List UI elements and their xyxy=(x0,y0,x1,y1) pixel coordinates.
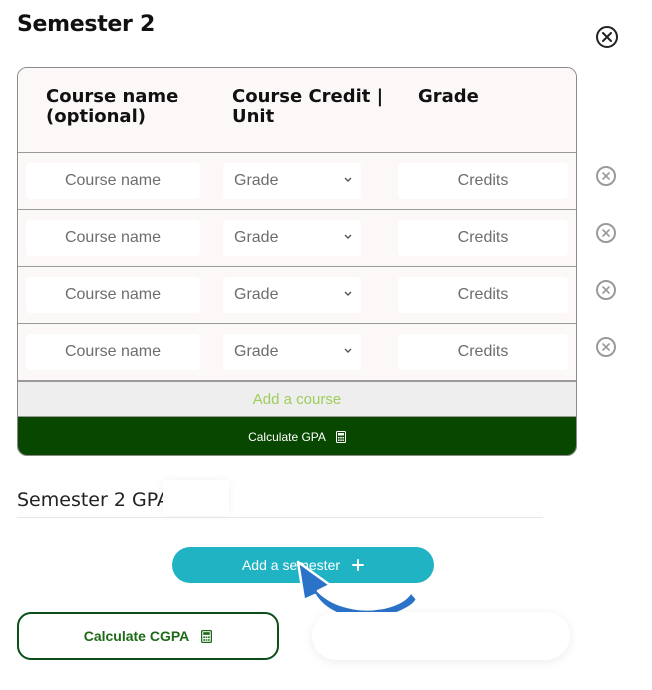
table-header: Course name (optional) Course Credit | U… xyxy=(18,68,576,153)
grade-select-value: Grade xyxy=(234,172,279,189)
table-row: Course name Grade Credits xyxy=(18,324,576,381)
table-row: Course name Grade Credits xyxy=(18,153,576,210)
chevron-down-icon xyxy=(344,234,352,239)
credits-input[interactable]: Credits xyxy=(398,220,568,256)
header-grade: Grade xyxy=(418,86,479,107)
course-name-input[interactable]: Course name xyxy=(26,334,200,370)
credits-input[interactable]: Credits xyxy=(398,277,568,313)
grade-select-value: Grade xyxy=(234,343,279,360)
table-row: Course name Grade Credits xyxy=(18,267,576,324)
course-name-input[interactable]: Course name xyxy=(26,277,200,313)
course-name-input[interactable]: Course name xyxy=(26,220,200,256)
grade-select-value: Grade xyxy=(234,229,279,246)
grade-select[interactable]: Grade xyxy=(223,163,361,199)
remove-semester-button[interactable] xyxy=(596,26,618,48)
grade-select[interactable]: Grade xyxy=(223,220,361,256)
add-course-button[interactable]: Add a course xyxy=(18,381,576,417)
chevron-down-icon xyxy=(344,348,352,353)
chevron-down-icon xyxy=(344,291,352,296)
credits-input[interactable]: Credits xyxy=(398,334,568,370)
header-course-credit: Course Credit | Unit xyxy=(232,86,384,127)
semester-gpa-value xyxy=(163,480,229,516)
table-row: Course name Grade Credits xyxy=(18,210,576,267)
remove-row-button[interactable] xyxy=(596,337,616,357)
remove-row-button[interactable] xyxy=(596,223,616,243)
close-icon xyxy=(602,286,610,294)
calculate-cgpa-label: Calculate CGPA xyxy=(83,628,190,644)
semester-title: Semester 2 xyxy=(17,12,155,37)
courses-table: Course name (optional) Course Credit | U… xyxy=(17,67,577,456)
chevron-down-icon xyxy=(344,177,352,182)
cgpa-result-box xyxy=(312,612,570,660)
close-icon xyxy=(602,32,612,42)
close-icon xyxy=(602,229,610,237)
header-course-name: Course name (optional) xyxy=(46,86,179,127)
remove-row-button[interactable] xyxy=(596,280,616,300)
close-icon xyxy=(602,172,610,180)
course-name-input[interactable]: Course name xyxy=(26,163,200,199)
calculate-gpa-label: Calculate GPA xyxy=(248,429,326,444)
calculator-icon xyxy=(201,629,213,643)
calculator-icon xyxy=(335,430,346,443)
grade-select[interactable]: Grade xyxy=(223,334,361,370)
close-icon xyxy=(602,343,610,351)
grade-select-value: Grade xyxy=(234,286,279,303)
calculate-cgpa-button[interactable]: Calculate CGPA xyxy=(17,612,279,660)
divider xyxy=(17,517,543,518)
grade-select[interactable]: Grade xyxy=(223,277,361,313)
remove-row-button[interactable] xyxy=(596,166,616,186)
credits-input[interactable]: Credits xyxy=(398,163,568,199)
semester-gpa-label: Semester 2 GPA: xyxy=(17,489,176,511)
calculate-gpa-button[interactable]: Calculate GPA xyxy=(18,417,576,455)
